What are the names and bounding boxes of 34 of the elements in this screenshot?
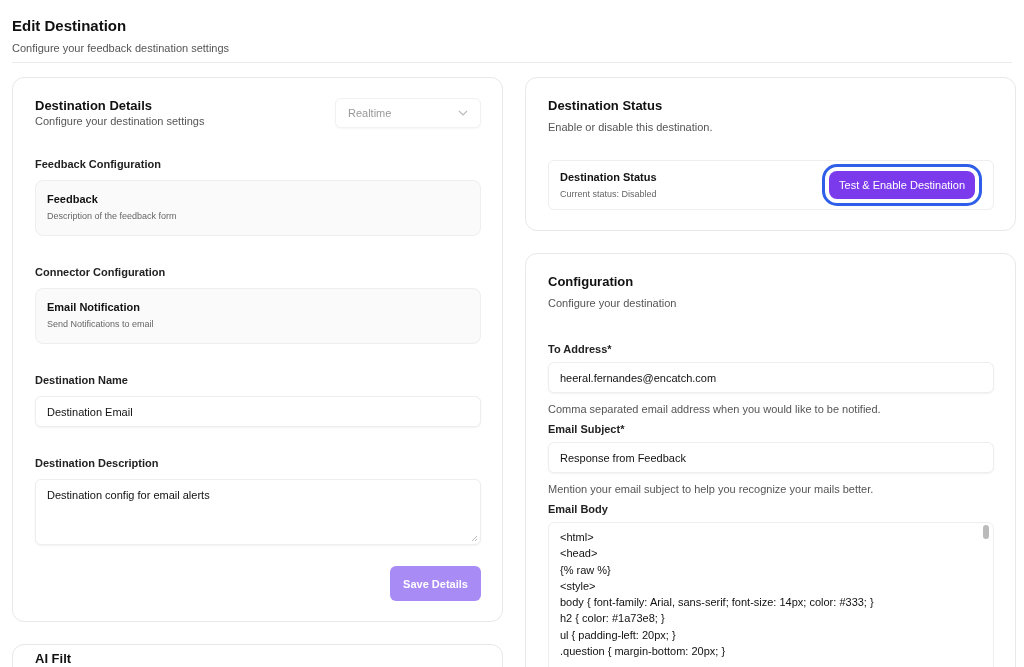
option-card[interactable]: Feedback Description of the feedback form [35, 180, 481, 236]
option-description: Description of the feedback form [47, 211, 178, 221]
field-label: Destination Name [35, 374, 129, 386]
field-label: Email Body [548, 503, 609, 515]
input-field[interactable]: heeral.fernandes@encatch.com [548, 362, 994, 393]
option-card[interactable]: Email Notification Send Notifications to email [35, 288, 481, 344]
field-label: Destination Description [35, 457, 160, 469]
help-text: Mention your email subject to help you recognize your mails better. [548, 483, 875, 495]
help-text: Comma separated email address when you would like to be notified. [548, 403, 882, 415]
option-title: Email Notification [47, 301, 141, 313]
scrollbar-thumb[interactable] [983, 525, 989, 539]
page-subtitle: Configure your feedback destination settings [12, 42, 231, 54]
card-subtitle: Enable or disable this destination. [548, 121, 714, 133]
textarea-field[interactable]: Destination config for email alerts [35, 479, 481, 545]
card-title: Configuration [548, 274, 635, 289]
field-label: To Address* [548, 343, 613, 355]
input-field[interactable]: Response from Feedback [548, 442, 994, 473]
status-text: Current status: Disabled [560, 189, 657, 199]
option-title: Feedback [47, 193, 99, 205]
field-label: Connector Configuration [35, 266, 167, 278]
card-title: Destination Status [548, 98, 664, 113]
card-subtitle: Configure your destination settings [35, 115, 205, 127]
field-label: Feedback Configuration [35, 158, 162, 170]
code-editor-field[interactable]: <html> <head> {% raw %} <style> body { font-family: Arial, sans-serif; font-size: 14px; color: #333; } h2 { color: #1a73e8; } ul { padding-left: 20px; } .question { margin-bottom: 20px; } [548, 522, 994, 667]
status-title: Destination Status [560, 171, 657, 183]
chevron-down-icon [458, 110, 468, 116]
field-label: Email Subject* [548, 423, 626, 435]
input-field[interactable]: Destination Email [35, 396, 481, 427]
resize-handle-icon[interactable] [471, 535, 478, 542]
card-title: AI Filt [35, 651, 73, 666]
page-title: Edit Destination [12, 17, 128, 34]
card-subtitle: Configure your destination [548, 297, 678, 309]
card-title: Destination Details [35, 98, 154, 113]
option-description: Send Notifications to email [47, 319, 155, 329]
